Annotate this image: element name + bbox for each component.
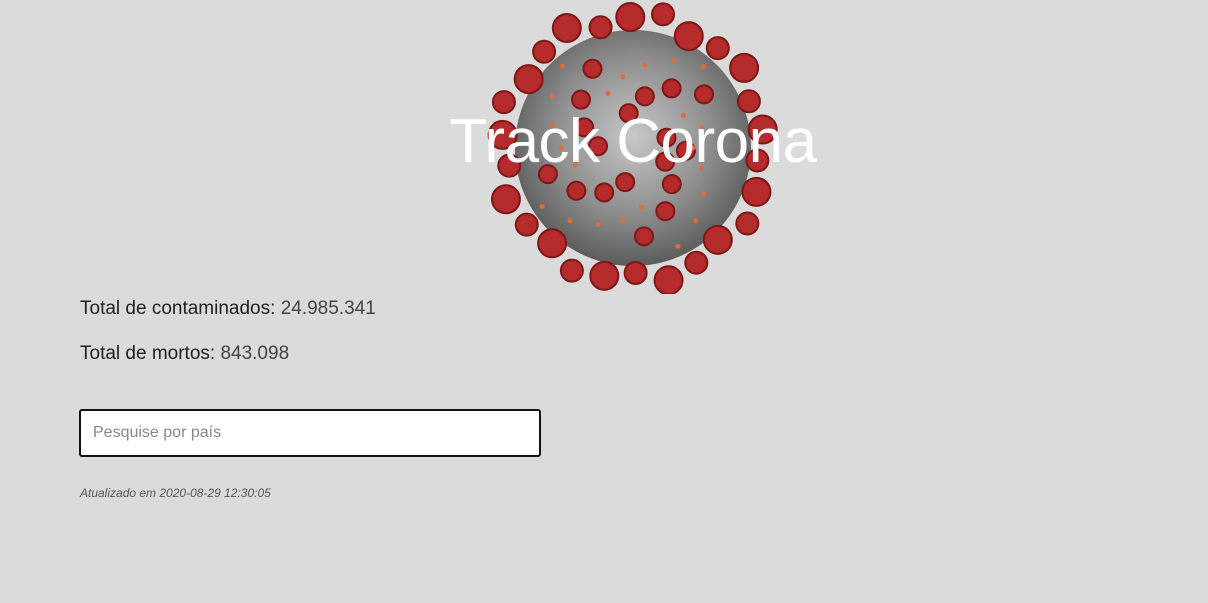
virus-spike — [490, 184, 521, 215]
virus-spike — [559, 258, 584, 283]
virus-dot — [620, 216, 626, 222]
virus-dot — [539, 203, 545, 209]
deaths-value: 843.098 — [220, 343, 290, 364]
virus-dot — [559, 63, 565, 69]
virus-dot — [675, 243, 681, 249]
virus-spike — [514, 212, 539, 237]
virus-spike — [623, 260, 648, 285]
virus-spike — [651, 2, 676, 27]
virus-spike — [594, 182, 615, 203]
virus-spike — [582, 58, 603, 79]
deaths-stat: Total de mortos: 843.098 — [80, 340, 376, 368]
virus-spike — [741, 176, 772, 207]
virus-spike — [513, 64, 544, 95]
virus-spike — [566, 180, 587, 201]
country-search-input[interactable] — [79, 409, 541, 457]
virus-spike — [735, 211, 760, 236]
infected-value: 24.985.341 — [280, 298, 376, 319]
virus-spike — [653, 265, 684, 294]
virus-dot — [605, 90, 611, 96]
virus-spike — [537, 228, 568, 259]
page-title: Track Corona — [449, 107, 817, 176]
deaths-label: Total de mortos: — [80, 343, 216, 364]
virus-dot — [620, 74, 626, 80]
stats-panel: Total de contaminados: 24.985.341 Total … — [80, 295, 376, 385]
virus-spike — [684, 250, 709, 275]
virus-dot — [549, 93, 555, 99]
infected-stat: Total de contaminados: 24.985.341 — [80, 295, 376, 323]
virus-dot — [639, 204, 645, 210]
virus-dot — [642, 62, 648, 68]
virus-spike — [589, 260, 620, 291]
virus-spike — [532, 39, 557, 64]
virus-dot — [595, 221, 601, 227]
virus-spike — [705, 36, 730, 61]
virus-dot — [693, 218, 699, 224]
virus-dot — [701, 190, 707, 196]
infected-label: Total de contaminados: — [80, 298, 276, 319]
virus-spike — [694, 84, 715, 105]
virus-spike — [673, 21, 704, 52]
virus-dot — [670, 58, 676, 64]
virus-spike — [588, 15, 613, 40]
virus-dot — [567, 218, 573, 224]
virus-dot — [701, 63, 707, 69]
virus-spike — [661, 78, 682, 99]
virus-spike — [702, 224, 733, 255]
virus-spike — [729, 52, 760, 83]
virus-spike — [551, 13, 582, 44]
virus-spike — [655, 201, 676, 222]
virus-spike — [615, 2, 646, 33]
updated-timestamp: Atualizado em 2020-08-29 12:30:05 — [80, 486, 271, 500]
virus-spike — [633, 226, 654, 247]
